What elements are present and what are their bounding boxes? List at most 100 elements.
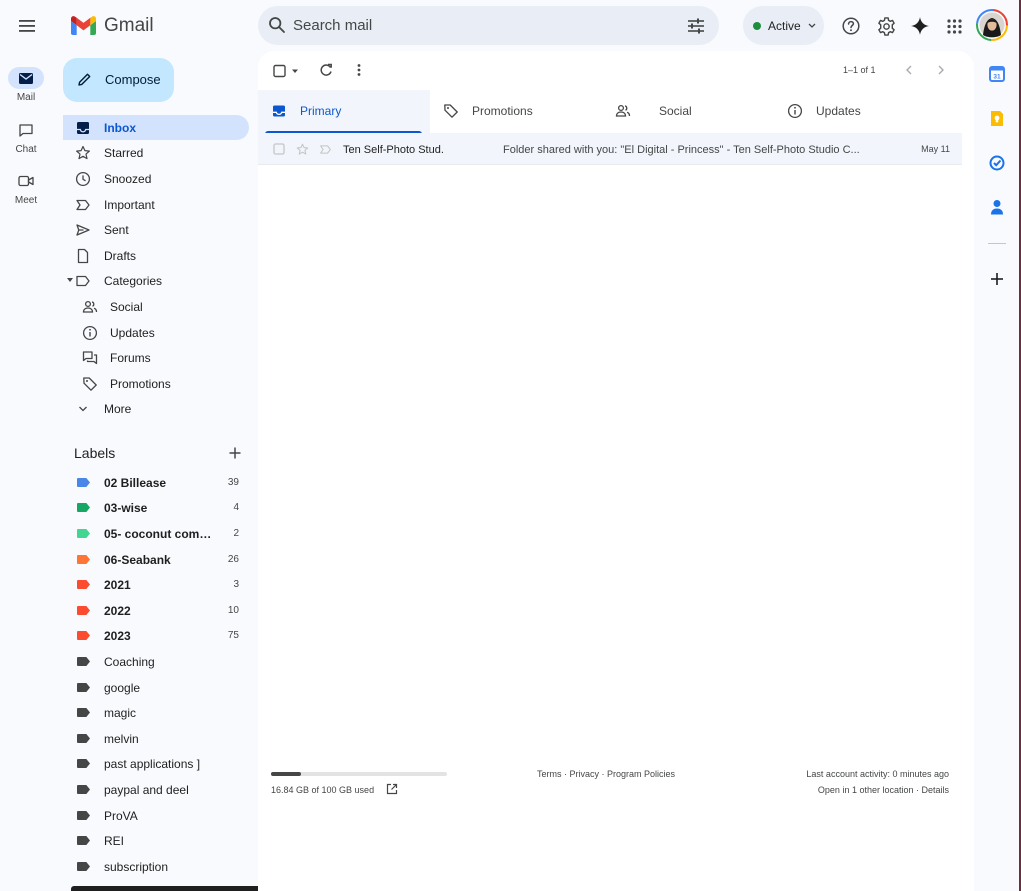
label-name: REI	[104, 834, 125, 848]
open-in-new-icon[interactable]	[386, 783, 398, 795]
account-activity-details[interactable]: Open in 1 other location · Details	[818, 785, 949, 795]
settings-button[interactable]	[874, 14, 898, 38]
help-button[interactable]	[839, 14, 863, 38]
nav-categories[interactable]: Categories	[63, 268, 249, 293]
get-addons-button[interactable]	[987, 269, 1007, 289]
label-name: 03-wise	[104, 501, 148, 515]
caret-down-icon[interactable]	[67, 278, 73, 283]
nav-inbox-label: Inbox	[104, 121, 136, 135]
label-item[interactable]: past applications ]	[63, 751, 249, 776]
search-icon[interactable]	[268, 16, 286, 34]
newer-button[interactable]	[901, 62, 917, 78]
gear-icon	[877, 16, 895, 36]
tab-social[interactable]: Social	[602, 90, 774, 133]
label-name: 2022	[104, 604, 131, 618]
label-item[interactable]: 2021 3	[63, 572, 249, 597]
nav-sent[interactable]: Sent	[63, 217, 249, 242]
email-row[interactable]: Ten Self-Photo Stud. Folder shared with …	[258, 133, 962, 165]
label-item[interactable]: 05- coconut comm... 2	[63, 521, 249, 546]
select-all-checkbox[interactable]	[272, 63, 300, 79]
row-checkbox-icon[interactable]	[273, 143, 285, 155]
label-item[interactable]: 06-Seabank 26	[63, 547, 249, 572]
search-options-icon[interactable]	[687, 18, 705, 34]
label-tag-icon	[77, 683, 90, 692]
label-tag-icon	[77, 555, 90, 564]
label-tag-icon	[77, 862, 90, 871]
label-item[interactable]: 2022 10	[63, 598, 249, 623]
tab-updates[interactable]: Updates	[774, 90, 962, 133]
main-menu-button[interactable]	[17, 17, 37, 35]
label-count: 26	[227, 554, 239, 565]
label-item[interactable]: REI	[63, 828, 249, 853]
nav-snoozed[interactable]: Snoozed	[63, 166, 249, 191]
label-name: google	[104, 681, 141, 695]
chat-icon	[19, 123, 33, 137]
rail-chat[interactable]: Chat	[0, 119, 52, 155]
label-item[interactable]: paypal and deel	[63, 777, 249, 802]
main-panel: 1–1 of 1 Primary Promotions Social Updat…	[258, 51, 974, 891]
label-tag-icon	[77, 529, 90, 538]
nav-updates[interactable]: Updates	[63, 320, 249, 345]
nav-important[interactable]: Important	[63, 192, 249, 217]
label-item[interactable]: subscription	[63, 854, 249, 879]
refresh-button[interactable]	[318, 62, 334, 78]
label-item[interactable]: Coaching	[63, 649, 249, 674]
create-label-button[interactable]	[227, 445, 243, 461]
gmail-logo[interactable]: Gmail	[71, 14, 154, 38]
hamburger-icon	[19, 20, 35, 32]
important-icon[interactable]	[319, 143, 332, 156]
calendar-date: 31	[993, 73, 1001, 80]
label-item[interactable]: google	[63, 675, 249, 700]
contacts-button[interactable]	[987, 197, 1007, 217]
rail-mail[interactable]: Mail	[0, 67, 52, 103]
nav-social-label: Social	[110, 300, 143, 314]
status-button[interactable]: Active	[743, 6, 824, 45]
account-activity: Last account activity: 0 minutes ago	[806, 769, 949, 779]
tab-promotions[interactable]: Promotions	[430, 90, 602, 133]
clock-icon	[75, 171, 91, 187]
label-item[interactable]: 03-wise 4	[63, 495, 249, 520]
nav-promotions[interactable]: Promotions	[63, 371, 249, 396]
label-item[interactable]: melvin	[63, 726, 249, 751]
people-icon	[615, 104, 631, 117]
keep-button[interactable]	[987, 108, 1007, 128]
calendar-button[interactable]: 31	[987, 64, 1007, 84]
account-avatar[interactable]	[976, 9, 1008, 41]
label-item[interactable]: ProVA	[63, 803, 249, 828]
label-item[interactable]: 2023 75	[63, 623, 249, 648]
nav-more-label: More	[104, 402, 132, 416]
nav-social[interactable]: Social	[63, 294, 249, 319]
footer-links[interactable]: Terms · Privacy · Program Policies	[537, 769, 675, 779]
status-label: Active	[768, 19, 801, 33]
more-options-button[interactable]	[351, 62, 367, 78]
label-item[interactable]: 02 Billease 39	[63, 470, 249, 495]
older-button[interactable]	[933, 62, 949, 78]
gemini-button[interactable]	[908, 14, 932, 38]
add-icon	[991, 273, 1003, 285]
apps-button[interactable]	[942, 14, 966, 38]
nav-inbox[interactable]: Inbox	[63, 115, 249, 140]
search-input[interactable]: Search mail	[293, 17, 372, 34]
label-tag-icon	[77, 785, 90, 794]
nav-important-label: Important	[104, 198, 155, 212]
nav-more[interactable]: More	[63, 396, 249, 421]
nav-drafts[interactable]: Drafts	[63, 243, 249, 268]
sparkle-icon	[911, 17, 929, 35]
tab-primary[interactable]: Primary	[258, 90, 430, 133]
nav-starred[interactable]: Starred	[63, 140, 249, 165]
rail-meet[interactable]: Meet	[0, 170, 52, 206]
tasks-button[interactable]	[987, 153, 1007, 173]
apps-grid-icon	[946, 18, 962, 34]
search-bar[interactable]: Search mail	[258, 6, 719, 45]
label-tag-icon	[77, 606, 90, 615]
compose-button[interactable]: Compose	[63, 58, 174, 102]
contacts-icon	[991, 200, 1003, 215]
label-name: 06-Seabank	[104, 553, 171, 567]
chevron-down-icon	[79, 406, 87, 412]
mail-icon	[19, 72, 33, 84]
nav-starred-label: Starred	[104, 146, 144, 160]
star-icon[interactable]	[296, 143, 309, 156]
label-item[interactable]: magic	[63, 700, 249, 725]
nav-forums[interactable]: Forums	[63, 345, 249, 370]
label-tag-icon	[77, 811, 90, 820]
